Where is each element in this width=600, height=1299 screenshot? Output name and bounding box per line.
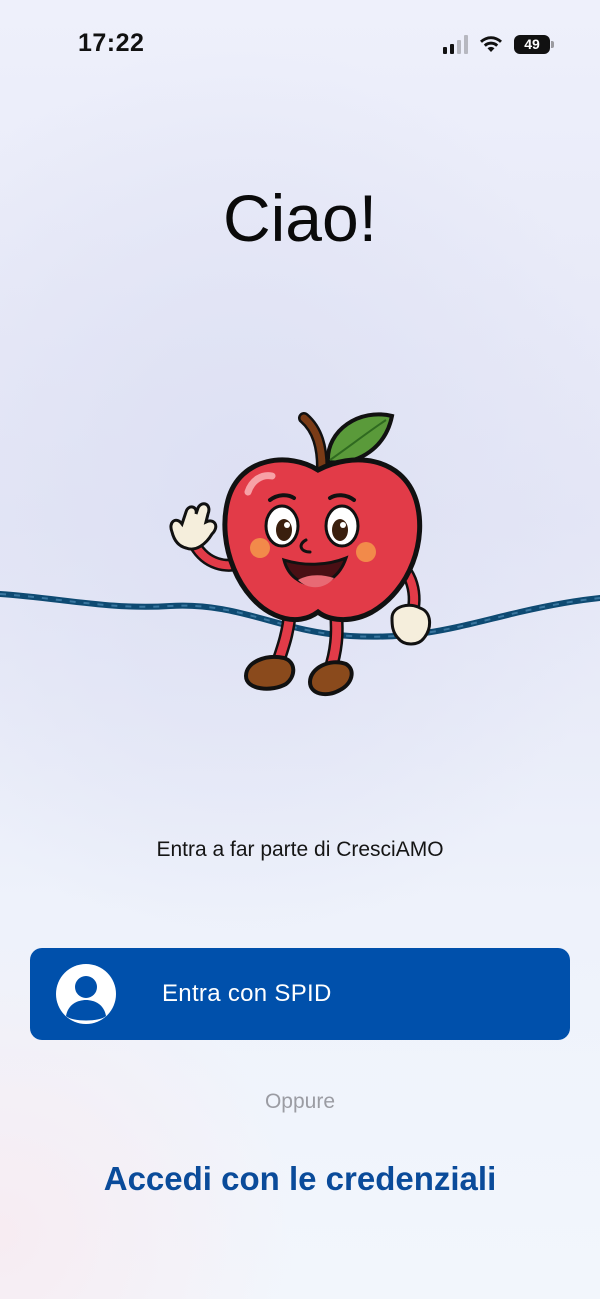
- status-time: 17:22: [78, 29, 145, 57]
- apple-mascot-icon: [0, 412, 600, 697]
- divider-text: Oppure: [264, 1090, 336, 1113]
- battery-icon: 49: [514, 34, 554, 54]
- wifi-icon: [478, 34, 504, 54]
- tagline: Entra a far parte di CresciAMO: [156, 838, 444, 861]
- user-avatar-icon: [56, 964, 116, 1024]
- credentials-login-link[interactable]: Accedi con le credenziali: [0, 1160, 600, 1198]
- greeting-title: Ciao!: [222, 181, 378, 255]
- status-icons: 49: [443, 32, 554, 56]
- spid-login-button[interactable]: Entra con SPID: [30, 948, 570, 1040]
- spid-button-label: Entra con SPID: [162, 980, 332, 1007]
- cellular-signal-icon: [443, 34, 468, 54]
- status-bar: 17:22 49: [0, 0, 600, 90]
